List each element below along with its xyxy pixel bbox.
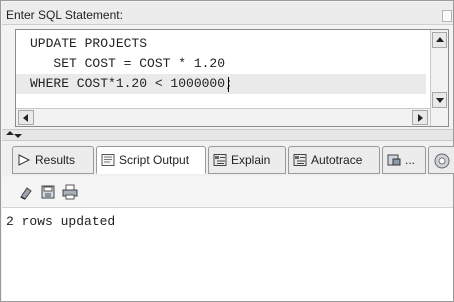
- scroll-up-button[interactable]: [432, 32, 447, 48]
- sql-worksheet-panel: Enter SQL Statement: UPDATE PROJECTS SET…: [0, 0, 454, 302]
- expand-up-icon[interactable]: [6, 131, 14, 135]
- sql-header-label: Enter SQL Statement:: [6, 8, 123, 22]
- tab-explain-label: Explain: [231, 153, 271, 167]
- autotrace-icon: [293, 154, 307, 166]
- code-line-1[interactable]: UPDATE PROJECTS: [16, 34, 426, 54]
- editor-horizontal-scrollbar[interactable]: [16, 108, 430, 126]
- dbms-output-icon: [387, 154, 401, 166]
- scroll-down-button[interactable]: [432, 92, 447, 108]
- tab-results[interactable]: Results: [12, 146, 94, 174]
- tab-script-output[interactable]: Script Output: [96, 146, 206, 174]
- code-line-2[interactable]: SET COST = COST * 1.20: [16, 54, 426, 74]
- tab-autotrace[interactable]: Autotrace: [288, 146, 380, 174]
- save-icon[interactable]: [40, 184, 56, 200]
- print-icon[interactable]: [62, 184, 78, 200]
- tab-results-label: Results: [35, 153, 76, 167]
- code-line-3[interactable]: WHERE COST*1.20 < 1000000;: [16, 74, 426, 94]
- sql-code[interactable]: UPDATE PROJECTS SET COST = COST * 1.20 W…: [16, 34, 426, 94]
- scroll-right-button[interactable]: [412, 110, 428, 125]
- scroll-left-button[interactable]: [18, 110, 34, 125]
- output-toolbar: [2, 177, 453, 208]
- arrow-left-icon: [23, 114, 28, 122]
- panel-corner-box: [442, 10, 452, 22]
- tab-dbms-output-label: ...: [405, 153, 416, 167]
- sql-editor[interactable]: UPDATE PROJECTS SET COST = COST * 1.20 W…: [15, 29, 449, 127]
- arrow-up-icon: [436, 37, 444, 42]
- eraser-icon[interactable]: [18, 184, 34, 200]
- code-line-3-text: WHERE COST*1.20 < 1000000;: [30, 76, 233, 91]
- explain-icon: [213, 154, 227, 166]
- script-output-icon: [101, 154, 115, 166]
- play-icon: [18, 154, 31, 166]
- sql-header-bar: Enter SQL Statement:: [2, 2, 453, 25]
- text-caret: [228, 77, 229, 92]
- output-tab-bar: Results Script Output Explain Autotrace …: [2, 144, 454, 176]
- tab-dbms-output[interactable]: ...: [382, 146, 426, 174]
- collapse-down-icon[interactable]: [14, 134, 22, 138]
- pane-splitter[interactable]: [2, 129, 453, 141]
- output-message: 2 rows updated: [6, 214, 116, 229]
- tab-more[interactable]: [428, 146, 454, 174]
- globe-icon: [434, 153, 450, 169]
- arrow-right-icon: [418, 114, 423, 122]
- script-output-area[interactable]: 2 rows updated: [2, 208, 453, 301]
- tab-script-output-label: Script Output: [119, 153, 190, 167]
- tab-autotrace-label: Autotrace: [311, 153, 363, 167]
- tab-explain[interactable]: Explain: [208, 146, 286, 174]
- arrow-down-icon: [436, 98, 444, 103]
- editor-vertical-scrollbar[interactable]: [430, 30, 448, 126]
